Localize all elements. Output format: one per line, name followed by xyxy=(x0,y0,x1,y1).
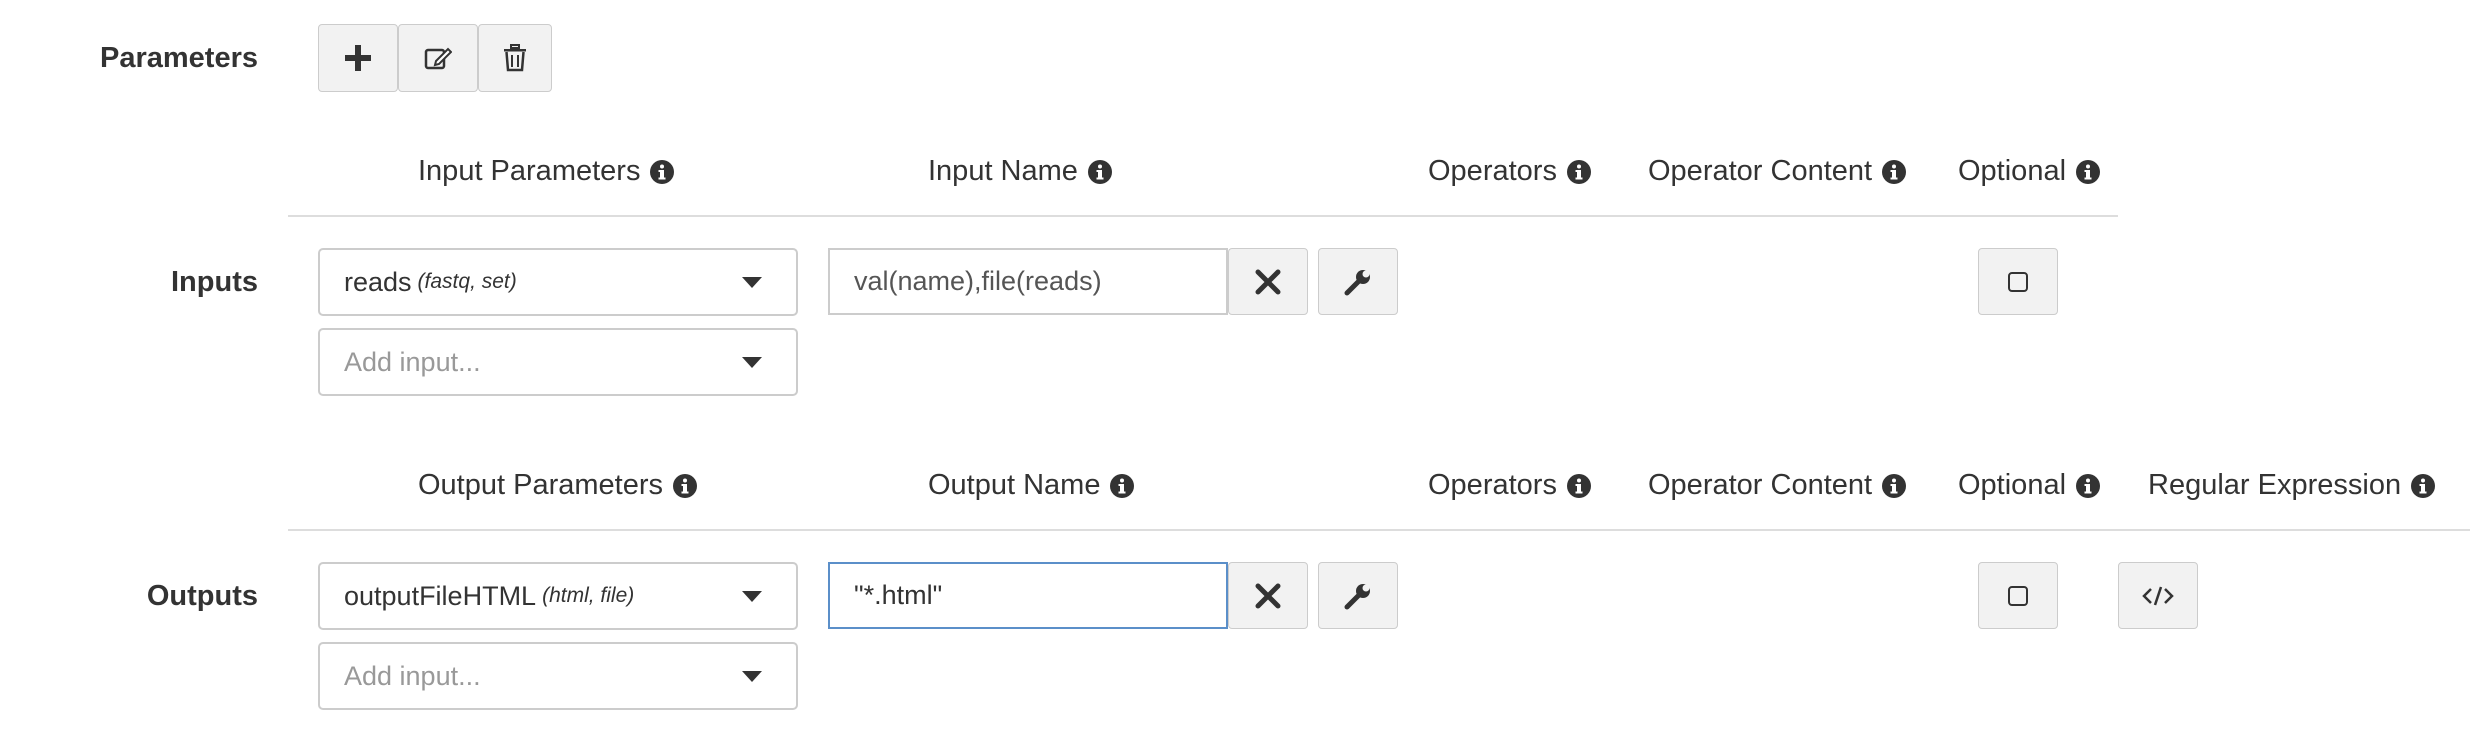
wrench-icon xyxy=(1344,269,1370,295)
operators-header: Operators xyxy=(1428,155,1591,188)
info-icon[interactable] xyxy=(2076,160,2100,184)
regular-expression-header: Regular Expression xyxy=(2148,469,2435,502)
inputs-label: Inputs xyxy=(171,266,258,298)
output-parameter-select[interactable]: outputFileHTML (html, file) xyxy=(318,562,798,630)
output-optional-header: Optional xyxy=(1958,469,2100,502)
code-icon xyxy=(2142,586,2174,605)
output-name-field[interactable]: "*.html" xyxy=(828,562,1228,629)
input-optional-checkbox[interactable] xyxy=(1978,248,2058,315)
optional-header: Optional xyxy=(1958,155,2100,188)
input-name-header: Input Name xyxy=(928,155,1112,188)
outputs-label: Outputs xyxy=(146,580,258,612)
info-icon[interactable] xyxy=(673,474,697,498)
add-output-select[interactable]: Add input... xyxy=(318,642,798,710)
trash-icon xyxy=(504,44,526,72)
parameters-label: Parameters xyxy=(100,42,258,74)
info-icon[interactable] xyxy=(1088,160,1112,184)
caret-down-icon xyxy=(742,277,762,288)
add-parameter-button[interactable] xyxy=(318,24,398,92)
operator-content-header: Operator Content xyxy=(1648,155,1906,188)
regular-expression-button[interactable] xyxy=(2118,562,2198,629)
edit-parameter-button[interactable] xyxy=(398,24,478,92)
caret-down-icon xyxy=(742,671,762,682)
output-parameters-header: Output Parameters xyxy=(418,469,697,502)
caret-down-icon xyxy=(742,357,762,368)
close-icon xyxy=(1255,583,1281,608)
add-input-select[interactable]: Add input... xyxy=(318,328,798,396)
checkbox-icon xyxy=(2008,585,2028,606)
info-icon[interactable] xyxy=(650,160,674,184)
input-parameter-select[interactable]: reads (fastq, set) xyxy=(318,248,798,316)
input-parameters-header: Input Parameters xyxy=(418,155,674,188)
output-optional-checkbox[interactable] xyxy=(1978,562,2058,629)
close-icon xyxy=(1255,269,1281,294)
info-icon[interactable] xyxy=(1882,474,1906,498)
wrench-icon xyxy=(1344,583,1370,609)
input-name-field[interactable]: val(name),file(reads) xyxy=(828,248,1228,315)
caret-down-icon xyxy=(742,591,762,602)
output-operator-content-header: Operator Content xyxy=(1648,469,1906,502)
output-settings-button[interactable] xyxy=(1318,562,1398,629)
info-icon[interactable] xyxy=(1567,474,1591,498)
delete-parameter-button[interactable] xyxy=(478,24,552,92)
outputs-divider xyxy=(288,529,2470,531)
clear-input-name-button[interactable] xyxy=(1228,248,1308,315)
output-name-header: Output Name xyxy=(928,469,1134,502)
info-icon[interactable] xyxy=(2411,474,2435,498)
plus-icon xyxy=(345,45,371,71)
checkbox-icon xyxy=(2008,271,2028,292)
clear-output-name-button[interactable] xyxy=(1228,562,1308,629)
info-icon[interactable] xyxy=(1882,160,1906,184)
edit-icon xyxy=(424,47,452,70)
info-icon[interactable] xyxy=(2076,474,2100,498)
output-operators-header: Operators xyxy=(1428,469,1591,502)
info-icon[interactable] xyxy=(1567,160,1591,184)
input-settings-button[interactable] xyxy=(1318,248,1398,315)
inputs-divider xyxy=(288,215,2118,217)
info-icon[interactable] xyxy=(1110,474,1134,498)
